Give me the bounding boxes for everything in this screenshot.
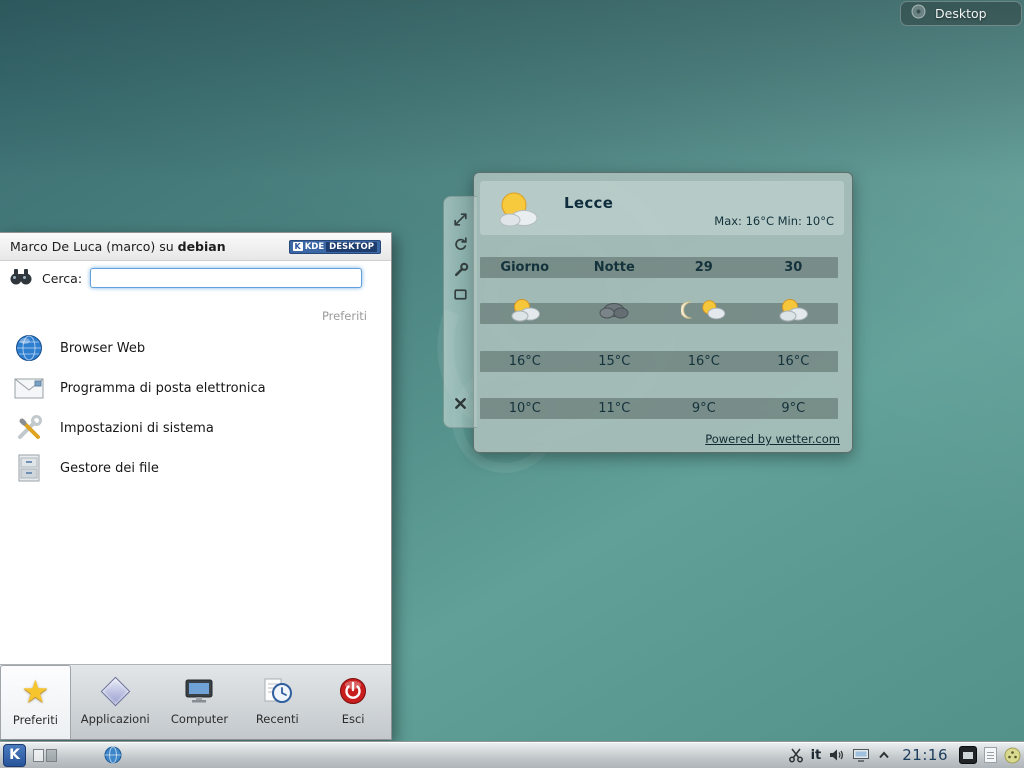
digital-clock[interactable]: 21:16 <box>898 746 952 764</box>
power-icon <box>338 672 368 710</box>
day-temp: 16°C <box>659 354 749 369</box>
day-temp: 15°C <box>570 354 660 369</box>
kde-logo: K <box>293 242 303 251</box>
volume-icon[interactable] <box>828 747 845 763</box>
tab-applicazioni[interactable]: Applicazioni <box>71 665 160 739</box>
search-input[interactable] <box>90 268 362 288</box>
search-row: Cerca: <box>0 263 391 293</box>
klipper-scissors-icon[interactable] <box>788 747 804 763</box>
weather-max-min: Max: 16°C Min: 10°C <box>714 214 834 228</box>
partly-sunny-icon <box>480 305 570 323</box>
pager[interactable] <box>33 749 57 762</box>
weather-col-header: Giorno <box>480 260 570 275</box>
kickoff-header: Marco De Luca (marco) su debian K KDE DE… <box>0 233 391 261</box>
folder-view-icon <box>911 4 926 23</box>
night-temp: 9°C <box>659 401 749 416</box>
weather-city: Lecce <box>564 194 613 212</box>
recent-clock-icon <box>261 672 293 710</box>
weather-col-header: 29 <box>659 260 749 275</box>
device-notifier-icon[interactable] <box>852 747 870 763</box>
keyboard-layout-indicator[interactable]: it <box>811 748 822 763</box>
partly-sunny-icon <box>749 305 839 323</box>
tab-recenti[interactable]: Recenti <box>239 665 315 739</box>
tab-esci[interactable]: Esci <box>315 665 391 739</box>
screen-icon[interactable] <box>452 286 470 304</box>
kickoff-launcher: Marco De Luca (marco) su debian K KDE DE… <box>0 232 392 740</box>
partly-sunny-icon <box>490 188 542 236</box>
tab-label: Esci <box>342 712 365 726</box>
mail-envelope-icon <box>12 375 46 401</box>
user-name: Marco De Luca (marco) su <box>10 239 178 254</box>
configure-wrench-icon[interactable] <box>452 261 470 279</box>
desktop-folder-widget[interactable]: Desktop <box>900 1 1022 26</box>
dark-cloud-icon <box>570 305 660 323</box>
weather-col-header: 30 <box>749 260 839 275</box>
close-icon[interactable] <box>452 395 470 413</box>
weather-col-header: Notte <box>570 260 660 275</box>
tab-label: Preferiti <box>13 713 58 727</box>
kde-desktop-badge: K KDE DESKTOP <box>289 240 381 254</box>
day-temp: 16°C <box>749 354 839 369</box>
tab-label: Computer <box>171 712 228 726</box>
day-temp: 16°C <box>480 354 570 369</box>
tab-computer[interactable]: Computer <box>160 665 240 739</box>
weather-header: Lecce Max: 16°C Min: 10°C <box>480 181 844 235</box>
night-temp: 9°C <box>749 401 839 416</box>
hostname: debian <box>178 239 226 254</box>
applet-handle[interactable] <box>443 196 477 428</box>
night-temp: 11°C <box>570 401 660 416</box>
night-temp: 10°C <box>480 401 570 416</box>
clipboard-icon[interactable] <box>984 747 997 763</box>
list-item-mail[interactable]: Programma di posta elettronica <box>0 368 391 408</box>
moon-and-partly-sunny-icon <box>659 306 749 322</box>
kmenu-launcher-button[interactable]: K <box>3 744 26 767</box>
search-label: Cerca: <box>42 271 82 286</box>
weather-widget: Lecce Max: 16°C Min: 10°C Giorno Notte 2… <box>473 172 853 453</box>
tray-terminal-icon[interactable] <box>959 746 977 764</box>
badge-kde-text: KDE <box>305 242 324 252</box>
weather-columns-row: Giorno Notte 29 30 <box>480 257 838 278</box>
list-item-browser-web[interactable]: Browser Web <box>0 328 391 368</box>
tab-label: Recenti <box>256 712 299 726</box>
section-label-preferiti: Preferiti <box>322 309 367 323</box>
tab-label: Applicazioni <box>81 712 150 726</box>
list-item-file-manager[interactable]: Gestore dei file <box>0 448 391 488</box>
weather-day-temps-row: 16°C 15°C 16°C 16°C <box>480 351 838 372</box>
list-item-label: Programma di posta elettronica <box>60 381 266 396</box>
resize-icon[interactable] <box>452 211 470 229</box>
favorites-list: Browser Web Programma di posta elettroni… <box>0 328 391 488</box>
weather-credit-link[interactable]: Powered by wetter.com <box>705 432 840 446</box>
computer-monitor-icon <box>183 672 215 710</box>
user-host-text: Marco De Luca (marco) su debian <box>10 239 226 254</box>
taskbar-panel: K it <box>0 741 1024 768</box>
weather-icons-row <box>480 303 838 324</box>
rotate-icon[interactable] <box>452 236 470 254</box>
weather-night-temps-row: 10°C 11°C 9°C 9°C <box>480 398 838 419</box>
list-item-system-settings[interactable]: Impostazioni di sistema <box>0 408 391 448</box>
pager-desktop-1[interactable] <box>33 749 44 762</box>
star-icon: ★ <box>22 673 50 711</box>
list-item-label: Browser Web <box>60 341 145 356</box>
desktop-root: Desktop Lecce Max: 16°C Min: 10°C Giorno… <box>0 0 1024 768</box>
folder-widget-label: Desktop <box>935 6 987 21</box>
badge-desktop-text: DESKTOP <box>326 242 377 252</box>
crossed-tools-icon <box>12 413 46 443</box>
list-item-label: Gestore dei file <box>60 461 159 476</box>
expand-tray-caret-icon[interactable] <box>877 749 891 761</box>
pager-desktop-2[interactable] <box>46 749 57 762</box>
kickoff-tab-bar: ★ Preferiti Applicazioni Computer <box>0 664 391 739</box>
panel-cashew-icon[interactable] <box>1004 747 1021 764</box>
list-item-label: Impostazioni di sistema <box>60 421 214 436</box>
applications-diamond-icon <box>105 672 126 710</box>
tab-preferiti[interactable]: ★ Preferiti <box>0 665 71 739</box>
web-browser-globe-icon <box>12 333 46 363</box>
globe-task-icon[interactable] <box>104 746 122 764</box>
search-binoculars-icon <box>8 266 34 290</box>
file-cabinet-icon <box>12 453 46 483</box>
